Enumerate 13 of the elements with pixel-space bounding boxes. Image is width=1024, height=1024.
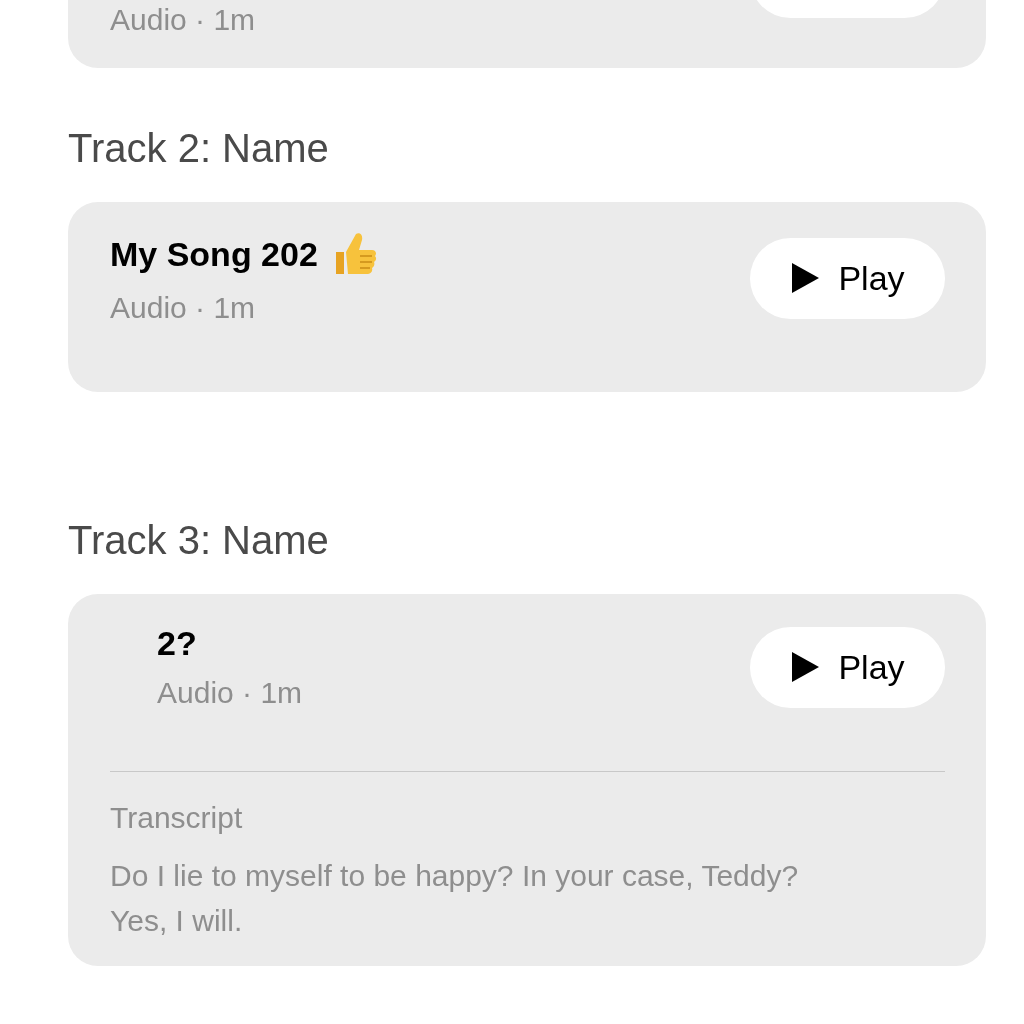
track-subtitle: Audio · 1m <box>157 675 303 711</box>
play-button[interactable]: Play <box>750 237 945 319</box>
track-heading: Track 2: Name <box>68 125 330 172</box>
track-subtitle: Audio · 1m <box>110 2 256 38</box>
transcript-label: Transcript <box>110 800 244 836</box>
play-button[interactable]: Play <box>750 626 945 708</box>
track-subtitle: Audio · 1m <box>110 290 257 326</box>
track-title: My Song 202 <box>110 234 318 274</box>
track-title: 2? <box>157 623 197 663</box>
track-heading: Track 3: Name <box>68 517 330 564</box>
transcript-text: Do I lie to myself to be happy? In your case, Teddy? Yes, I will. <box>110 858 800 939</box>
play-icon <box>790 262 821 294</box>
play-icon <box>790 651 821 683</box>
